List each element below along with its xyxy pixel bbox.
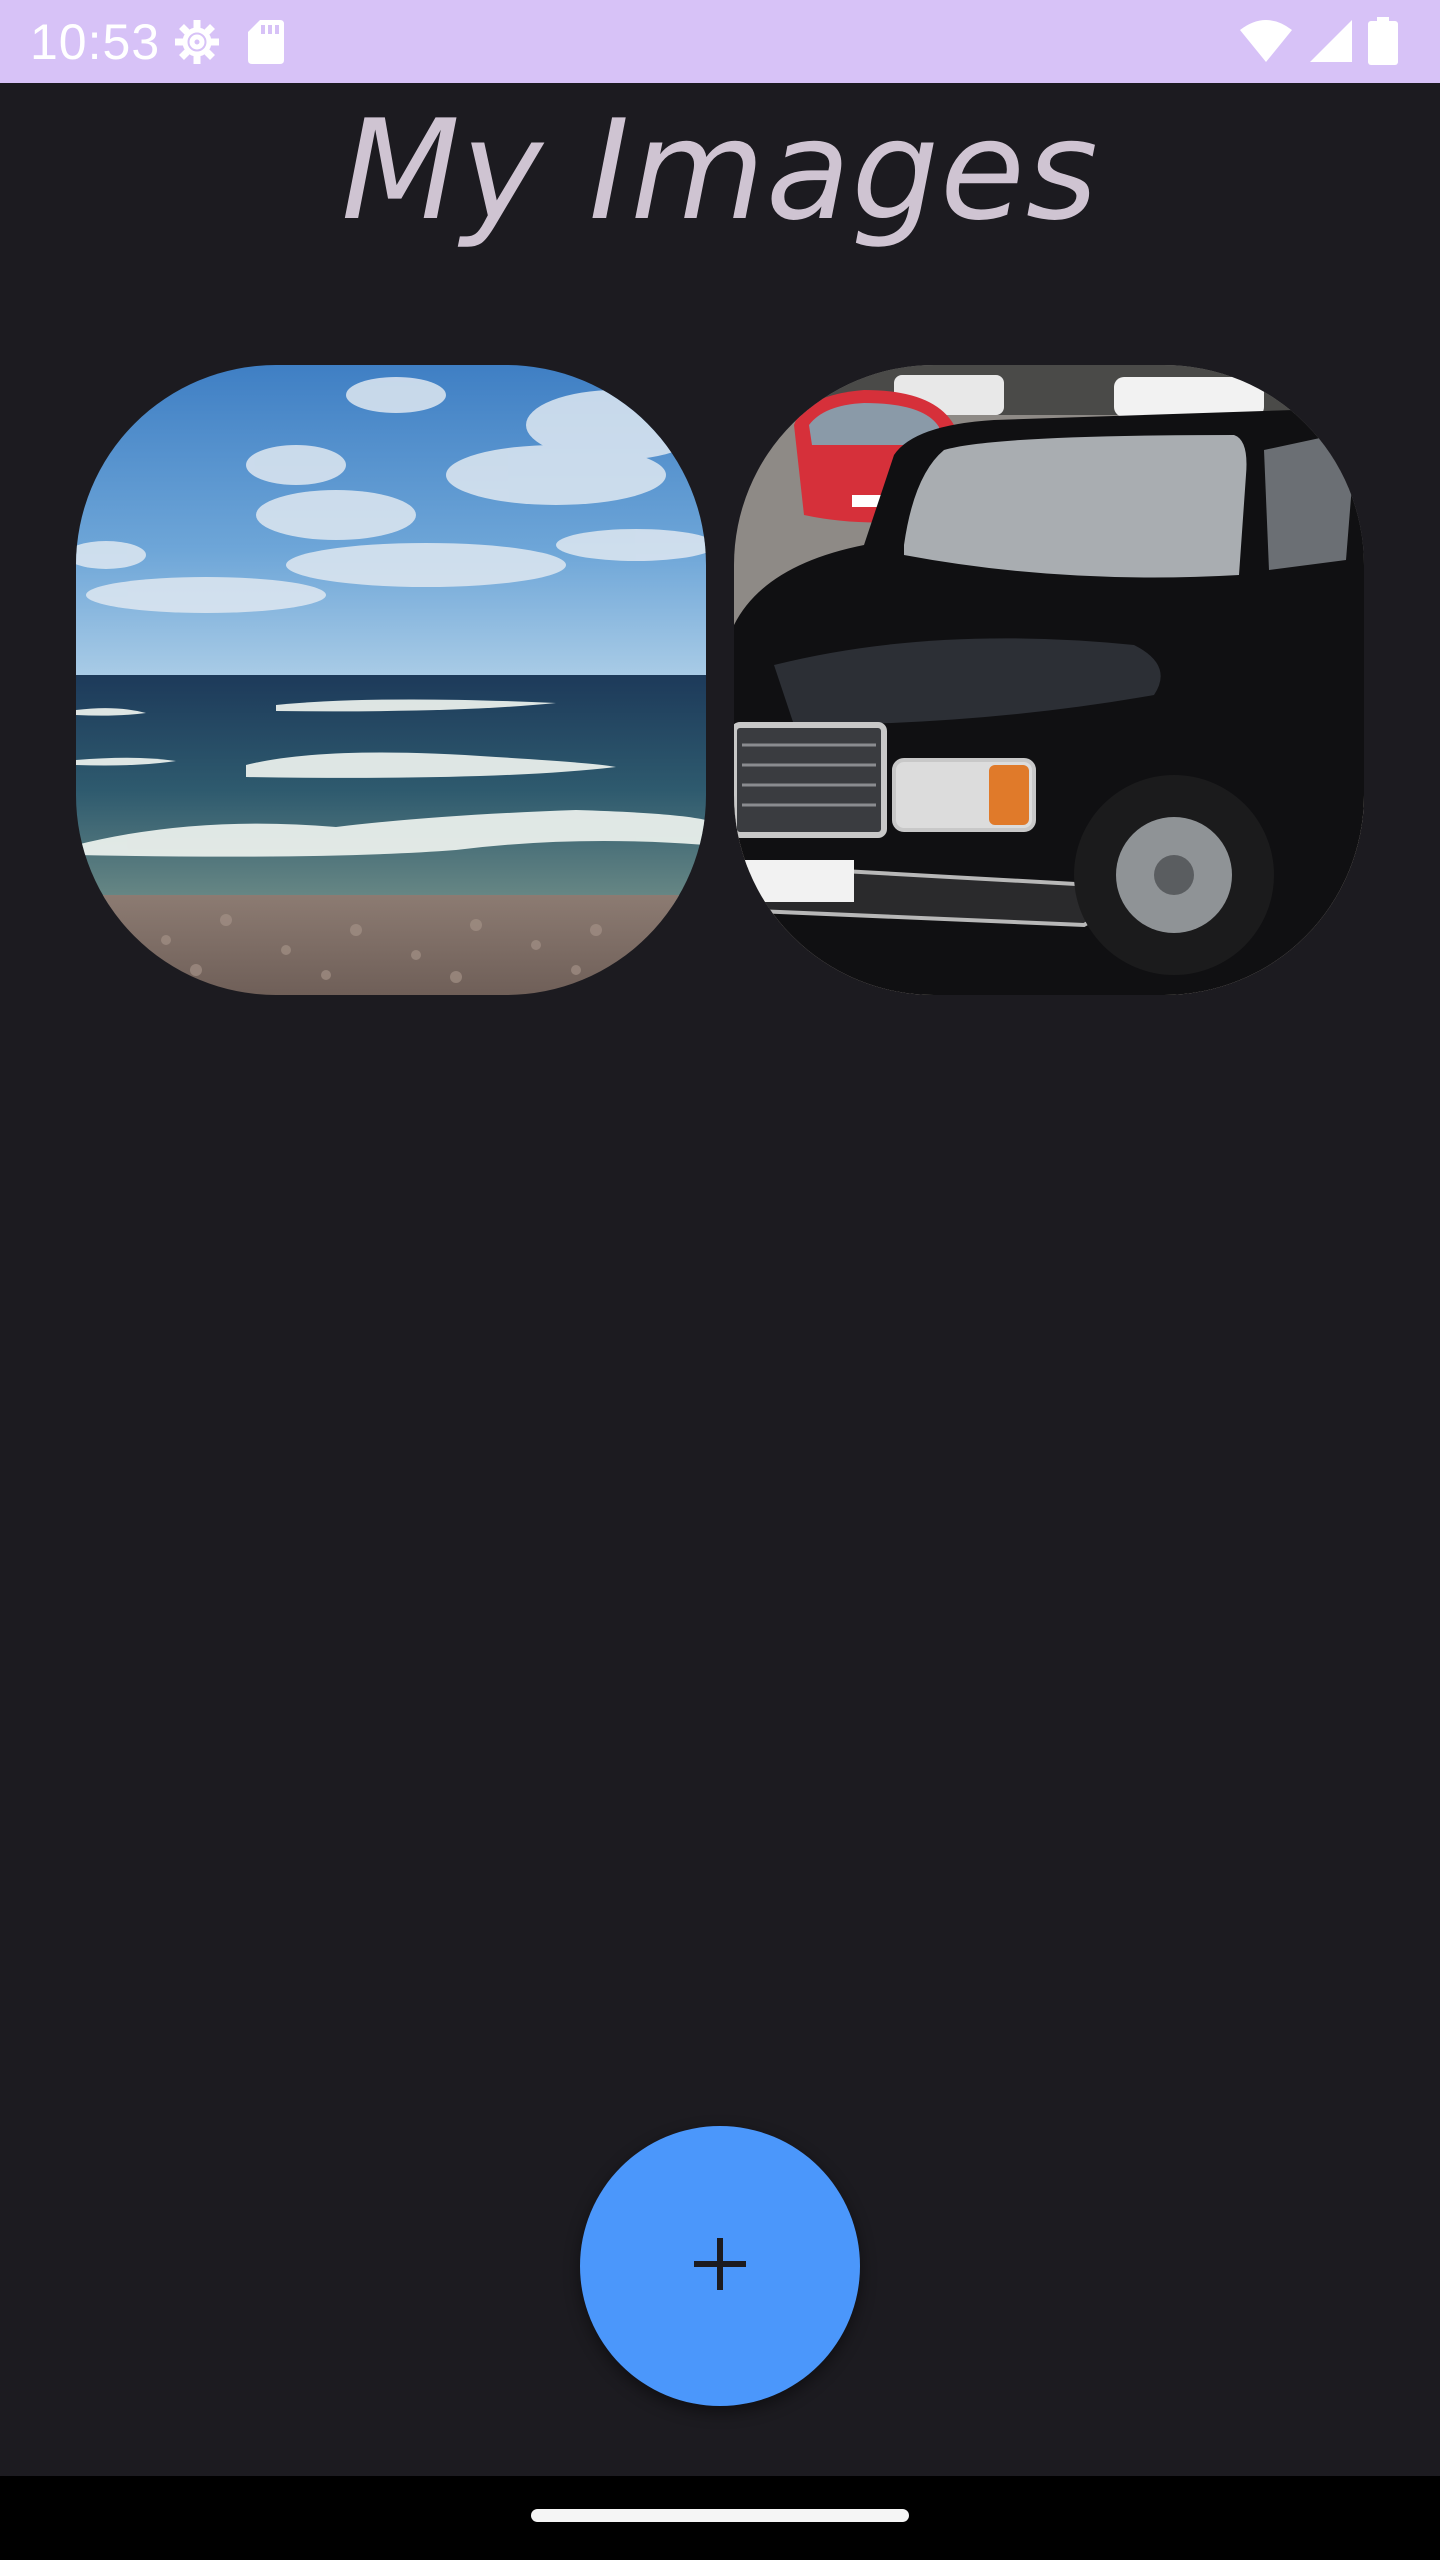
sd-card-icon: [246, 18, 286, 71]
battery-icon: [1368, 17, 1398, 70]
settings-icon: [172, 17, 222, 72]
home-gesture-handle[interactable]: [531, 2509, 909, 2522]
status-bar: 10:53: [0, 0, 1440, 83]
plus-icon: [690, 2234, 750, 2299]
wifi-icon: [1238, 18, 1294, 69]
black-car-image[interactable]: [734, 365, 1364, 995]
sea-waves-image[interactable]: [76, 365, 706, 995]
add-image-button[interactable]: [580, 2126, 860, 2406]
black-car-image-graphic: [734, 365, 1364, 995]
signal-icon: [1308, 18, 1354, 69]
navigation-bar: [0, 2476, 1440, 2560]
status-time: 10:53: [30, 14, 161, 70]
image-grid: [76, 365, 1364, 995]
sea-waves-image-graphic: [76, 365, 706, 995]
page-title: My Images: [341, 90, 1099, 251]
